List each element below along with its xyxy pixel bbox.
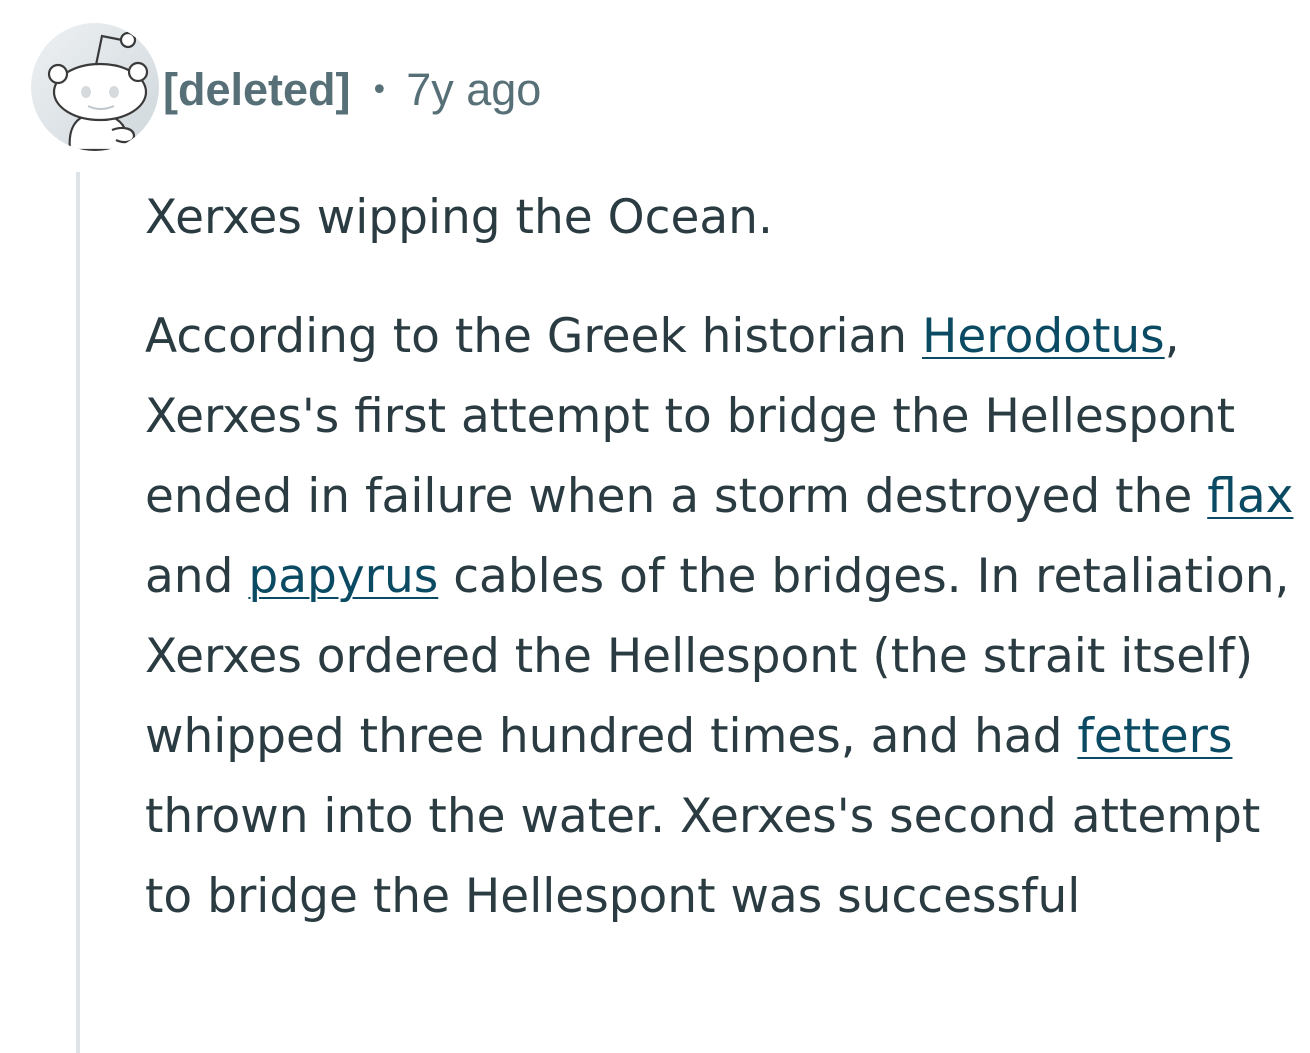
link-fetters[interactable]: fetters (1077, 709, 1232, 764)
thread-line[interactable] (76, 172, 80, 1053)
link-papyrus[interactable]: papyrus (248, 549, 438, 604)
comment-paragraph-2: According to the Greek historian Herodot… (145, 297, 1305, 937)
body-text: According to the Greek historian (145, 309, 923, 364)
comment-meta: [deleted] • 7y ago (163, 62, 541, 118)
snoo-avatar-icon[interactable] (30, 22, 160, 152)
link-herodotus[interactable]: Herodotus (922, 309, 1165, 364)
body-text: and (145, 549, 249, 604)
comment-paragraph-1: Xerxes wipping the Ocean. (145, 190, 773, 245)
body-text: thrown into the water. Xerxes's second a… (145, 789, 1261, 924)
comment: [deleted] • 7y ago Xerxes wipping the Oc… (0, 0, 1310, 1053)
comment-timestamp[interactable]: 7y ago (406, 64, 541, 116)
link-flax[interactable]: flax (1207, 469, 1293, 524)
meta-separator: • (370, 72, 389, 108)
comment-body: Xerxes wipping the Ocean. According to t… (145, 178, 1305, 937)
author-username[interactable]: [deleted] (163, 64, 351, 116)
